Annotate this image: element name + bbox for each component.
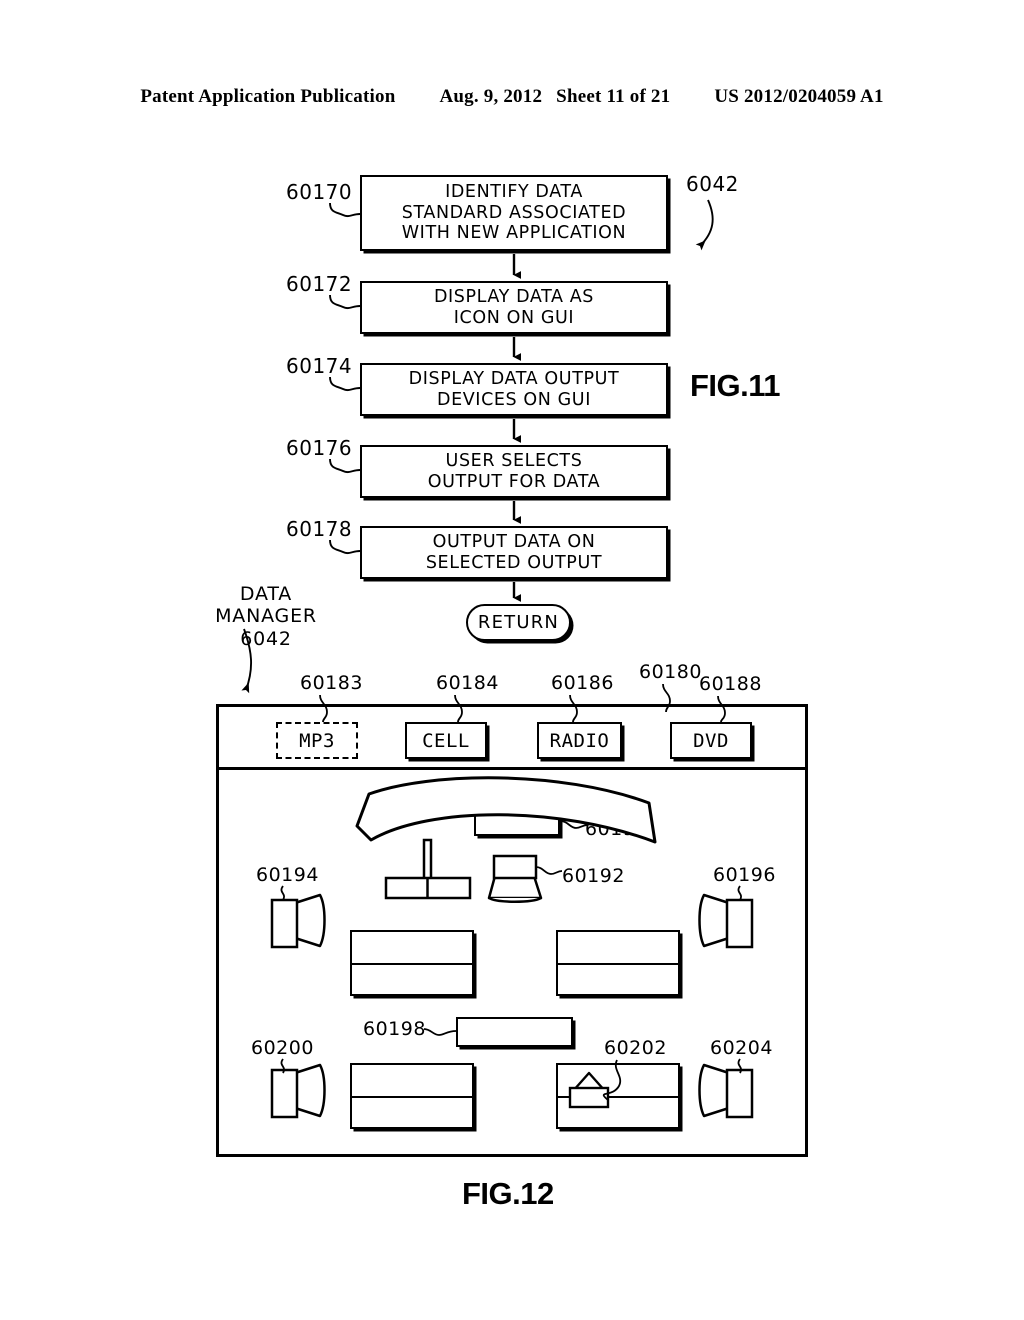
dashboard-speaker-60192 [487, 854, 543, 903]
speaker-front-right-60196 [698, 893, 754, 949]
speaker-rear-left-60200 [270, 1063, 326, 1119]
data-manager-arrow [241, 628, 252, 694]
dashboard-shape [355, 776, 657, 844]
steering-column [384, 838, 472, 900]
speaker-rear-right-60204 [698, 1063, 754, 1119]
fig12-cabin-artwork [241, 628, 754, 1119]
seat-speaker-icon-60202 [568, 1071, 610, 1109]
speaker-front-left-60194 [270, 893, 326, 949]
